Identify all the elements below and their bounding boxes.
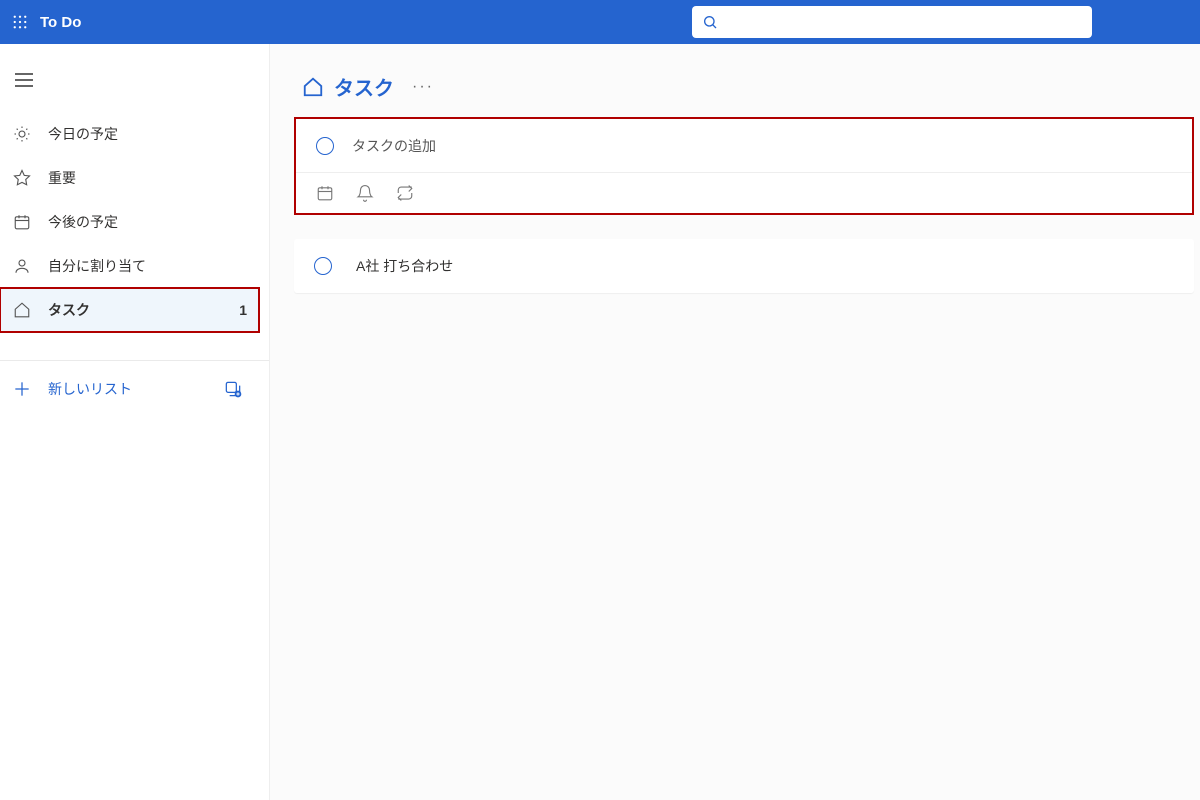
app-header: To Do [0, 0, 1200, 44]
new-list-button[interactable]: 新しいリスト [0, 367, 269, 411]
sidebar-item-count: 1 [239, 302, 247, 318]
reminder-button[interactable] [356, 184, 374, 202]
due-date-button[interactable] [316, 184, 334, 202]
sidebar-item-label: タスク [48, 300, 90, 320]
sidebar-item-my-day[interactable]: 今日の予定 [0, 112, 269, 156]
repeat-button[interactable] [396, 184, 414, 202]
sidebar-item-label: 重要 [48, 168, 76, 188]
sidebar-item-label: 自分に割り当て [48, 256, 146, 276]
sun-icon [12, 124, 32, 144]
sidebar-item-important[interactable]: 重要 [0, 156, 269, 200]
person-icon [12, 256, 32, 276]
search-input[interactable] [726, 14, 1082, 30]
search-box[interactable] [692, 6, 1092, 38]
waffle-icon [13, 15, 27, 29]
star-icon [12, 168, 32, 188]
main-content: タスク ··· タスクの追加 [270, 44, 1200, 800]
calendar-icon [12, 212, 32, 232]
search-icon [702, 14, 718, 30]
circle-icon [316, 137, 334, 155]
hamburger-icon [15, 73, 33, 87]
task-title: A社 打ち合わせ [356, 256, 453, 276]
app-title: To Do [40, 14, 81, 31]
sidebar: 今日の予定 重要 今後の予定 [0, 44, 270, 800]
menu-toggle-button[interactable] [4, 60, 44, 100]
sidebar-item-label: 今後の予定 [48, 212, 118, 232]
repeat-icon [396, 184, 414, 202]
sidebar-item-label: 今日の予定 [48, 124, 118, 144]
home-icon [12, 300, 32, 320]
app-launcher-button[interactable] [8, 10, 32, 34]
home-icon [302, 76, 324, 98]
add-task-placeholder: タスクの追加 [352, 136, 436, 156]
add-task-panel: タスクの追加 [294, 117, 1194, 215]
new-list-label: 新しいリスト [48, 379, 132, 399]
complete-task-checkbox[interactable] [314, 257, 332, 275]
sidebar-item-tasks[interactable]: タスク 1 [0, 288, 259, 332]
list-more-button[interactable]: ··· [412, 78, 434, 96]
sidebar-item-planned[interactable]: 今後の予定 [0, 200, 269, 244]
bell-icon [356, 184, 374, 202]
sidebar-item-assigned[interactable]: 自分に割り当て [0, 244, 269, 288]
add-task-input-row[interactable]: タスクの追加 [296, 119, 1192, 173]
task-item[interactable]: A社 打ち合わせ [294, 239, 1194, 293]
calendar-icon [316, 184, 334, 202]
add-task-actions [296, 173, 1192, 213]
new-group-button[interactable] [223, 379, 243, 399]
list-header: タスク ··· [294, 72, 1200, 101]
list-title: タスク [334, 72, 394, 101]
plus-icon [12, 379, 32, 399]
